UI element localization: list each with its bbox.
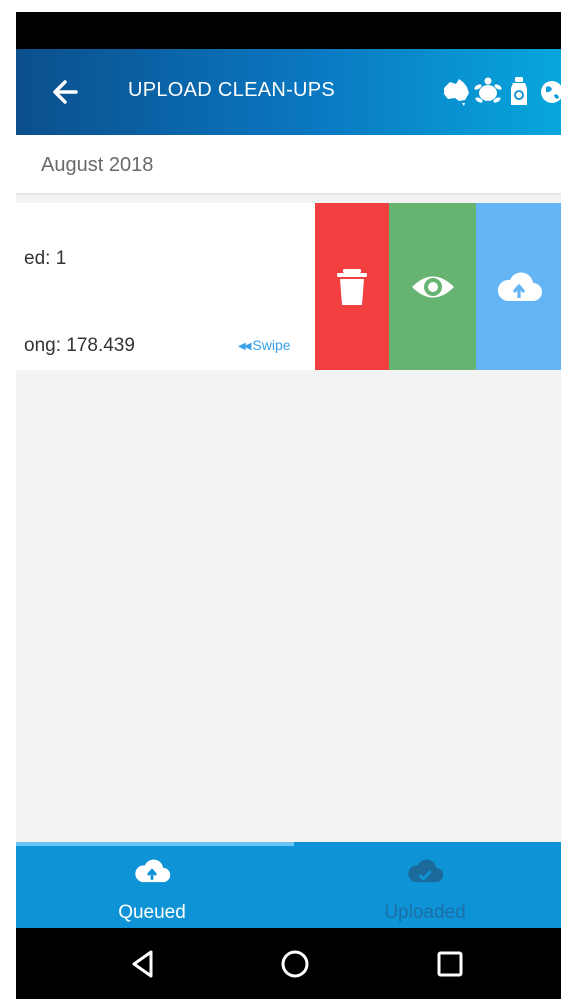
- recents-square-icon[interactable]: [433, 947, 467, 981]
- status-bar: [16, 12, 561, 49]
- eye-icon: [411, 276, 454, 297]
- month-section-header: August 2018: [16, 135, 561, 195]
- arrow-left-icon: [53, 80, 78, 104]
- tab-label: Uploaded: [384, 902, 466, 923]
- item-count-text: ed: 1: [24, 248, 67, 269]
- swipe-hint-label: Swipe: [252, 337, 291, 353]
- rewind-icon: ◀◀: [238, 341, 251, 352]
- upload-button[interactable]: [476, 203, 561, 370]
- recycle-bottle-icon: [511, 77, 527, 105]
- view-button[interactable]: [389, 203, 476, 370]
- bottom-navigation: Queued Uploaded: [16, 842, 561, 928]
- content-area: August 2018 ed: 1 ong: 178.439 ◀◀ Swipe: [16, 135, 561, 842]
- brand-icons: [440, 73, 561, 111]
- item-longitude-text: ong: 178.439: [24, 335, 135, 356]
- australia-map-icon: [444, 79, 469, 106]
- app-bar: UPLOAD CLEAN-UPS: [16, 49, 561, 135]
- page-title: UPLOAD CLEAN-UPS: [128, 79, 336, 101]
- tab-label: Queued: [118, 902, 186, 923]
- swipe-hint: ◀◀ Swipe: [238, 337, 291, 353]
- delete-button[interactable]: [315, 203, 389, 370]
- cloud-upload-icon: [497, 272, 542, 301]
- cloud-upload-icon: [135, 859, 171, 883]
- back-button[interactable]: [46, 74, 86, 110]
- system-nav-bar: [16, 928, 561, 999]
- top-margin: [0, 0, 561, 12]
- left-margin: [0, 0, 16, 999]
- globe-icon: [541, 81, 561, 103]
- month-label: August 2018: [41, 154, 154, 176]
- home-circle-icon[interactable]: [278, 947, 312, 981]
- turtle-icon: [474, 77, 502, 103]
- tab-queued[interactable]: Queued: [16, 846, 288, 928]
- list-item[interactable]: ed: 1 ong: 178.439 ◀◀ Swipe: [16, 203, 561, 370]
- back-triangle-icon[interactable]: [126, 947, 160, 981]
- trash-icon: [337, 268, 367, 305]
- tab-uploaded[interactable]: Uploaded: [289, 846, 561, 928]
- cloud-check-icon: [408, 859, 444, 883]
